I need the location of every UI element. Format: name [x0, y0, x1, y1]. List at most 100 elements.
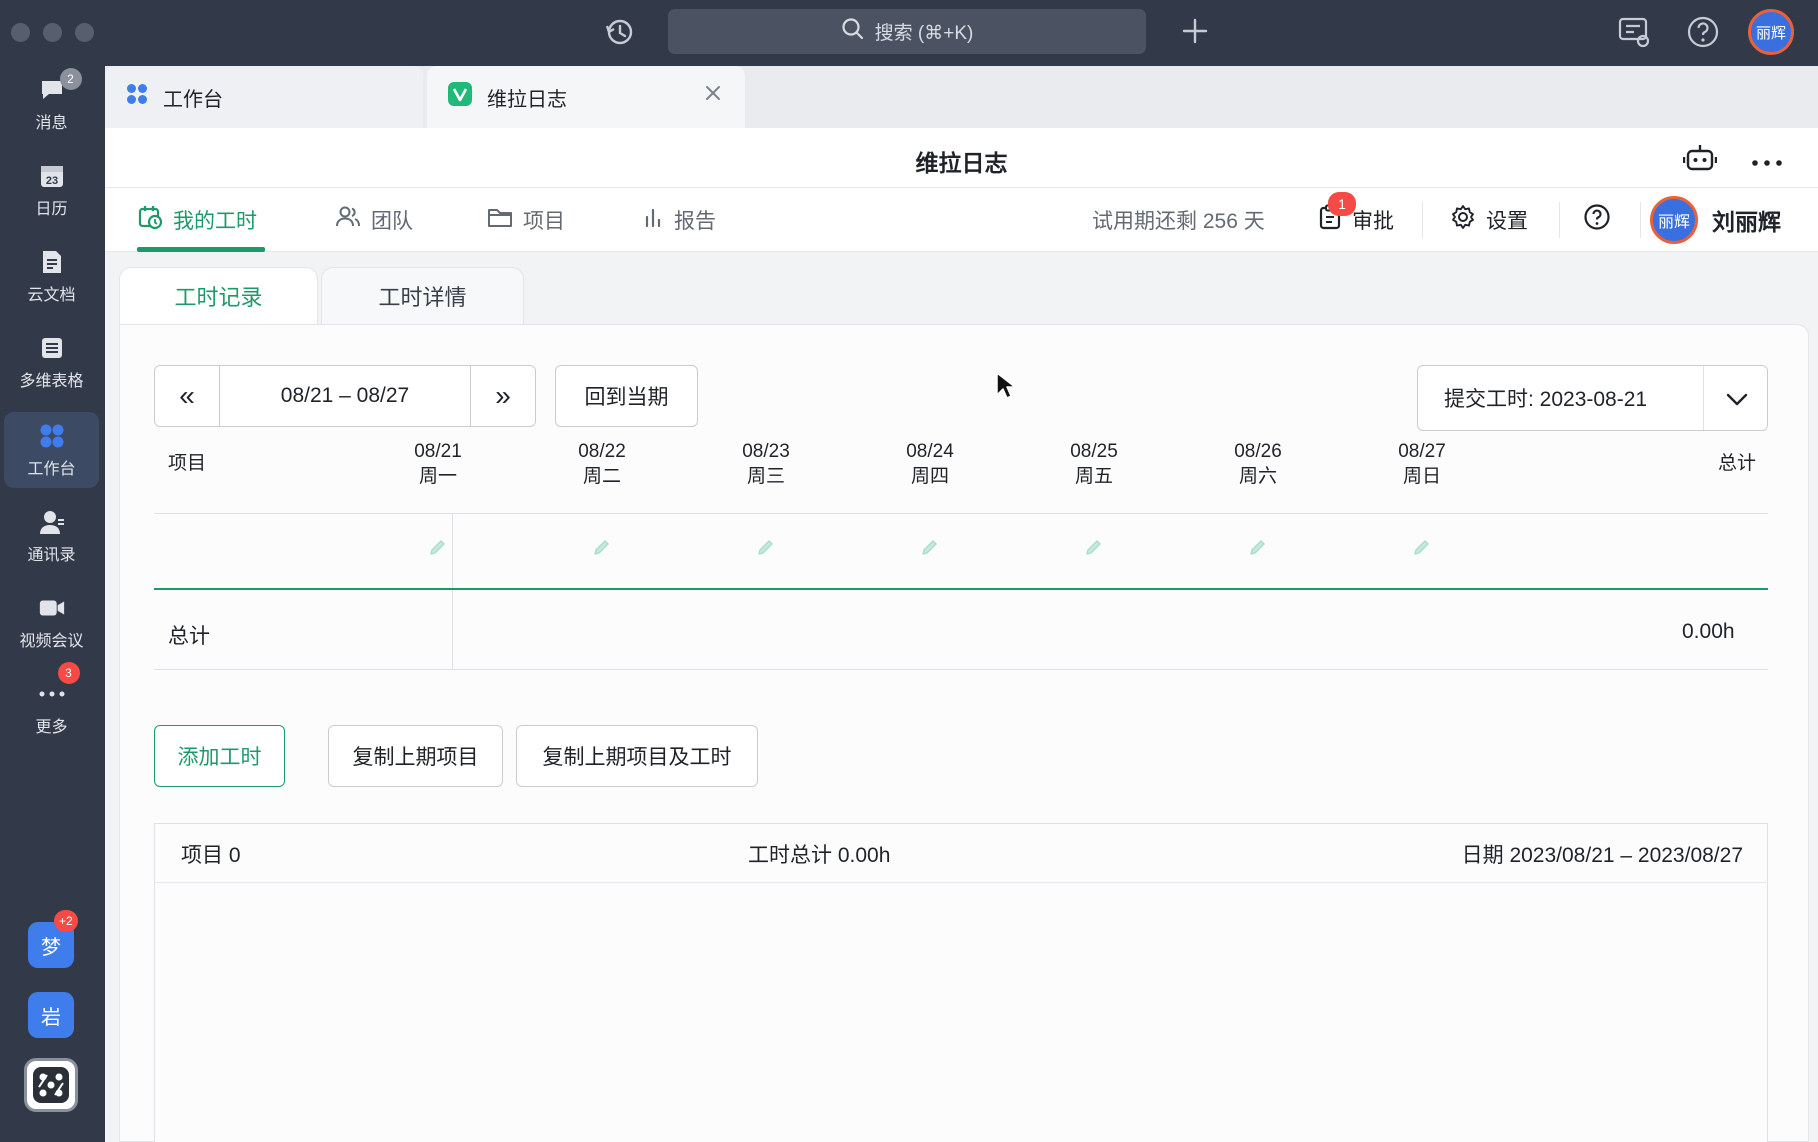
menu-my-hours[interactable]: 我的工时: [137, 188, 257, 252]
double-chevron-right-icon: »: [495, 380, 511, 411]
user-avatar[interactable]: 丽辉: [1748, 9, 1794, 55]
menu-help[interactable]: [1583, 188, 1611, 252]
copy-prev-projects-button[interactable]: 复制上期项目: [328, 725, 503, 787]
sidebar-item-workplace[interactable]: 工作台: [4, 412, 99, 488]
edit-pencil-icon[interactable]: [1084, 537, 1104, 563]
week-range-display[interactable]: 08/21 – 08/27: [219, 365, 471, 427]
sidebar-item-label: 消息: [35, 114, 68, 132]
tab-workplace[interactable]: 工作台: [105, 66, 423, 128]
menu-label: 项目: [523, 210, 565, 233]
day-header-0: 08/21 周一: [398, 439, 478, 489]
shortcut-yan[interactable]: 岩: [28, 992, 74, 1038]
sidebar-item-label: 云文档: [27, 286, 76, 304]
bar-chart-icon: [642, 206, 664, 234]
search-icon: [841, 17, 865, 47]
edit-pencil-icon[interactable]: [1412, 537, 1432, 563]
window-minimize-button[interactable]: [43, 23, 62, 42]
app-header: 维拉日志: [105, 128, 1818, 188]
window-close-button[interactable]: [11, 23, 30, 42]
edit-pencil-icon[interactable]: [1248, 537, 1268, 563]
copy-prev-projects-hours-button[interactable]: 复制上期项目及工时: [516, 725, 758, 787]
edit-pencil-icon[interactable]: [592, 537, 612, 563]
close-icon[interactable]: [703, 83, 723, 109]
button-label: 复制上期项目: [352, 746, 479, 769]
menu-settings[interactable]: 设置: [1450, 188, 1528, 252]
more-options-icon[interactable]: [1751, 154, 1783, 172]
chevron-down-icon[interactable]: [1724, 386, 1750, 418]
search-label: 搜索 (⌘+K): [874, 23, 974, 44]
total-row-value: 0.00h: [1682, 620, 1735, 643]
edit-pencil-icon[interactable]: [428, 537, 448, 563]
menu-approval[interactable]: 1 审批: [1318, 188, 1394, 252]
column-header-total: 总计: [1718, 453, 1757, 474]
day-date: 08/25: [1070, 441, 1118, 462]
calendar-clock-icon: [137, 204, 163, 236]
sidebar-item-label: 视频会议: [19, 632, 84, 650]
menu-team[interactable]: 团队: [335, 188, 413, 252]
more-badge: 3: [57, 661, 80, 684]
sidebar-item-video-meeting[interactable]: 视频会议: [4, 584, 99, 660]
app-title: 维拉日志: [915, 150, 1008, 176]
sidebar-item-docs[interactable]: 云文档: [4, 238, 99, 314]
add-icon[interactable]: [1180, 16, 1210, 51]
global-search-input[interactable]: 搜索 (⌘+K): [668, 9, 1146, 54]
app-logo-icon[interactable]: [24, 1058, 78, 1112]
active-tab-indicator: [137, 247, 265, 252]
messages-badge: 2: [59, 67, 82, 90]
history-icon[interactable]: [604, 16, 636, 53]
title-bar: 搜索 (⌘+K) 丽辉: [0, 0, 1818, 66]
user-avatar[interactable]: 丽辉: [1650, 196, 1698, 244]
robot-icon[interactable]: [1682, 142, 1718, 179]
week-range-text: 08/21 – 08/27: [280, 384, 410, 407]
tab-bar: 工作台 维拉日志: [105, 66, 1818, 128]
menu-report[interactable]: 报告: [642, 188, 716, 252]
folder-icon: [487, 205, 513, 235]
sidebar-item-bitable[interactable]: 多维表格: [4, 324, 99, 400]
user-name[interactable]: 刘丽辉: [1712, 188, 1781, 252]
shortcut-meng[interactable]: 梦 +2: [28, 910, 78, 968]
day-header-1: 08/22 周二: [562, 439, 642, 489]
edit-pencil-icon[interactable]: [920, 537, 940, 563]
back-to-current-button[interactable]: 回到当期: [555, 365, 698, 427]
day-date: 08/21: [414, 441, 462, 462]
timesheet-card: « 08/21 – 08/27 » 回到当期 提交工时: 2023-08-21 …: [119, 324, 1809, 1142]
chat-icon: 2: [38, 67, 82, 104]
announcement-icon[interactable]: [1617, 15, 1651, 54]
sidebar-item-messages[interactable]: 2 消息: [4, 66, 99, 142]
help-icon[interactable]: [1686, 15, 1720, 54]
sidebar-item-contacts[interactable]: 通讯录: [4, 498, 99, 574]
submit-hours-dropdown[interactable]: 提交工时: 2023-08-21: [1417, 365, 1768, 431]
column-header-project: 项目: [168, 453, 207, 474]
prev-week-button[interactable]: «: [154, 365, 220, 427]
edit-pencil-icon[interactable]: [756, 537, 776, 563]
add-hours-button[interactable]: 添加工时: [154, 725, 285, 787]
total-row-divider: [154, 669, 1768, 670]
window-zoom-button[interactable]: [75, 23, 94, 42]
menu-project[interactable]: 项目: [487, 188, 565, 252]
day-header-6: 08/27 周日: [1382, 439, 1462, 489]
trial-remaining-text: 试用期还剩 256 天: [1092, 210, 1265, 233]
tab-vila-log[interactable]: 维拉日志: [427, 66, 745, 128]
sidebar-item-label: 工作台: [27, 460, 76, 478]
video-camera-icon: [38, 594, 66, 622]
sidebar-item-calendar[interactable]: 23 日历: [4, 152, 99, 228]
tab-time-details[interactable]: 工时详情: [321, 267, 524, 324]
day-weekday: 周一: [418, 466, 457, 487]
menu-label: 团队: [371, 210, 413, 233]
day-weekday: 周四: [910, 466, 949, 487]
sidebar-item-more[interactable]: 3 更多: [4, 661, 99, 746]
menu-label: 报告: [674, 210, 716, 233]
shortcut-label: 岩: [41, 1006, 61, 1029]
next-week-button[interactable]: »: [470, 365, 536, 427]
mouse-cursor-icon: [995, 371, 1016, 406]
avatar-text: 丽辉: [1755, 24, 1786, 42]
menu-divider: [1640, 202, 1641, 238]
shortcut-badge: +2: [54, 910, 78, 932]
tab-label: 工作台: [163, 88, 223, 111]
tab-time-records[interactable]: 工时记录: [119, 267, 318, 324]
day-header-4: 08/25 周五: [1054, 439, 1134, 489]
contacts-icon: [38, 508, 66, 536]
menu-label: 设置: [1486, 210, 1528, 233]
double-chevron-left-icon: «: [179, 380, 195, 411]
total-row-label: 总计: [168, 625, 210, 648]
